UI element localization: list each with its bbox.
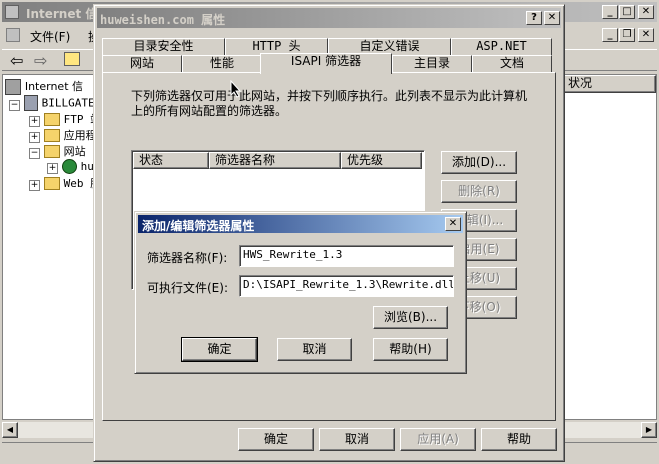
tab-isapi-filters[interactable]: ISAPI 筛选器: [260, 53, 392, 74]
close-button[interactable]: ✕: [544, 11, 560, 25]
executable-label: 可执行文件(E):: [147, 281, 228, 295]
tree-item-ftp[interactable]: + FTP 站: [29, 111, 101, 127]
folder-icon: [43, 113, 60, 126]
filter-properties-dialog: 添加/编辑筛选器属性 ✕ 筛选器名称(F): HWS_Rewrite_1.3 可…: [134, 211, 467, 374]
tree-pane: Internet 信 − BILLGATE + FTP 站 + 应用程 − 网站: [2, 74, 101, 420]
expand-icon[interactable]: +: [29, 180, 40, 191]
tree-item-server[interactable]: − BILLGATE: [9, 95, 95, 111]
browse-button[interactable]: 浏览(B)...: [373, 306, 448, 329]
filter-name-input[interactable]: HWS_Rewrite_1.3: [239, 245, 454, 267]
apply-button[interactable]: 应用(A): [400, 428, 476, 451]
menu-icon: [6, 28, 20, 42]
folder-icon: [43, 129, 60, 142]
list-pane: 状况: [560, 74, 657, 420]
collapse-icon[interactable]: −: [9, 99, 20, 111]
folder-open-icon: [43, 145, 60, 158]
forward-arrow-icon[interactable]: ⇨: [34, 51, 47, 70]
expand-icon[interactable]: +: [29, 116, 40, 127]
add-button[interactable]: 添加(D)...: [441, 151, 517, 174]
child-close-button[interactable]: ✕: [638, 28, 654, 42]
expand-icon[interactable]: +: [47, 163, 58, 174]
help-button[interactable]: 帮助(H): [373, 338, 448, 361]
tab-documents[interactable]: 文档: [472, 55, 552, 72]
up-folder-icon[interactable]: [64, 52, 80, 66]
column-header-priority[interactable]: 优先级: [341, 152, 422, 169]
ok-button[interactable]: 确定: [238, 428, 314, 451]
tab-home-directory[interactable]: 主目录: [392, 55, 472, 72]
internet-info-icon: [5, 78, 21, 95]
properties-titlebar: huweishen.com 属性: [97, 8, 561, 28]
tab-directory-security[interactable]: 目录安全性: [102, 38, 225, 55]
child-minimize-button[interactable]: _: [602, 28, 618, 42]
help-button[interactable]: ?: [526, 11, 542, 25]
tree-item-apppool[interactable]: + 应用程: [29, 127, 97, 143]
tab-performance[interactable]: 性能: [182, 55, 262, 72]
minimize-button[interactable]: _: [602, 5, 618, 19]
scroll-right-button[interactable]: ▶: [641, 422, 657, 438]
close-button[interactable]: ✕: [638, 5, 654, 19]
folder-icon: [43, 177, 60, 190]
menu-file[interactable]: 文件(F): [30, 28, 70, 45]
tab-aspnet[interactable]: ASP.NET: [451, 38, 552, 55]
tab-website[interactable]: 网站: [102, 55, 182, 72]
close-button[interactable]: ✕: [445, 217, 461, 231]
server-icon: [23, 95, 38, 111]
tree-item-websites[interactable]: − 网站: [29, 143, 86, 159]
mmc-app-icon: [5, 5, 19, 19]
mouse-cursor-icon: [230, 79, 242, 101]
remove-button[interactable]: 删除(R): [441, 180, 517, 203]
properties-title: huweishen.com 属性: [100, 13, 226, 27]
column-header-status[interactable]: 状况: [561, 75, 656, 93]
filter-name-label: 筛选器名称(F):: [147, 251, 228, 265]
filters-description: 下列筛选器仅可用于此网站，并按下列顺序执行。此列表不显示为此计算机上的所有网站配…: [131, 89, 528, 118]
executable-input[interactable]: D:\ISAPI_Rewrite_1.3\Rewrite.dll: [239, 275, 454, 297]
cancel-button[interactable]: 取消: [319, 428, 395, 451]
mmc-title: Internet 信: [26, 7, 98, 21]
cancel-button[interactable]: 取消: [277, 338, 352, 361]
child-restore-button[interactable]: ❐: [619, 28, 635, 42]
tree-item-site[interactable]: + hu: [47, 159, 94, 174]
collapse-icon[interactable]: −: [29, 148, 40, 159]
tree-item-root[interactable]: Internet 信: [5, 78, 83, 95]
maximize-button[interactable]: □: [619, 5, 635, 19]
scroll-left-button[interactable]: ◀: [2, 422, 18, 438]
globe-icon: [61, 159, 77, 174]
tree-item-web-service[interactable]: + Web 服: [29, 175, 101, 191]
back-arrow-icon[interactable]: ⇦: [10, 51, 23, 70]
expand-icon[interactable]: +: [29, 132, 40, 143]
filter-dialog-titlebar: 添加/编辑筛选器属性: [138, 215, 463, 233]
filter-dialog-title: 添加/编辑筛选器属性: [142, 219, 255, 233]
ok-button[interactable]: 确定: [181, 337, 258, 362]
help-bottom-button[interactable]: 帮助: [481, 428, 557, 451]
column-header-filter-name[interactable]: 筛选器名称: [209, 152, 341, 169]
column-header-state[interactable]: 状态: [133, 152, 209, 169]
